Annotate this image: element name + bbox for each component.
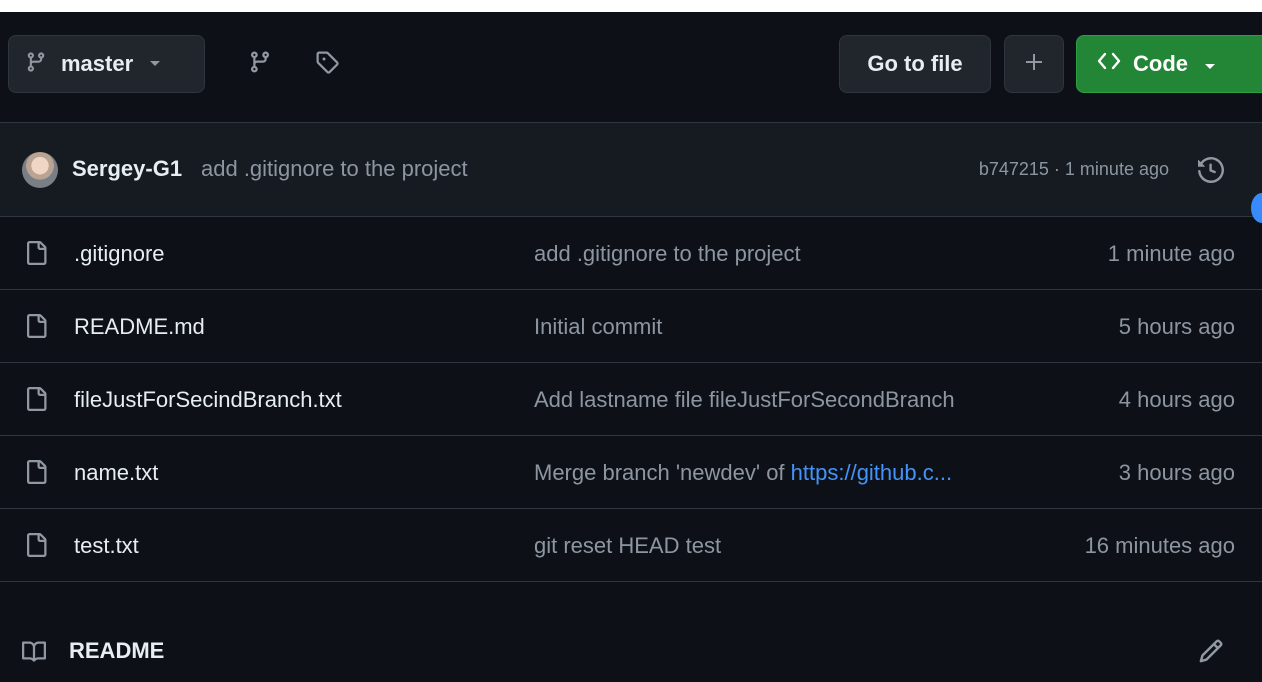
file-commit-message[interactable]: git reset HEAD test <box>534 533 721 559</box>
repo-toolbar: master Go to file Code <box>0 12 1262 122</box>
plus-icon <box>1024 52 1044 77</box>
repo-file-browser: master Go to file Code Sergey-G1 add .gi… <box>0 0 1262 682</box>
file-age: 1 minute ago <box>1107 241 1235 266</box>
branch-selector-button[interactable]: master <box>8 35 205 93</box>
file-age: 4 hours ago <box>1118 387 1235 412</box>
file-name[interactable]: fileJustForSecindBranch.txt <box>74 387 342 413</box>
history-icon[interactable] <box>1193 152 1229 188</box>
file-age: 5 hours ago <box>1118 314 1235 339</box>
readme-header: README <box>0 578 1262 682</box>
file-commit-message[interactable]: Add lastname file fileJustForSecondBranc… <box>534 387 955 413</box>
file-row[interactable]: test.txt git reset HEAD test 16 minutes … <box>0 509 1262 582</box>
commit-meta[interactable]: b747215 · 1 minute ago <box>979 159 1169 180</box>
code-icon <box>1097 51 1121 77</box>
file-icon <box>24 241 48 265</box>
add-file-button[interactable] <box>1004 35 1064 93</box>
latest-commit-bar: Sergey-G1 add .gitignore to the project … <box>0 123 1262 217</box>
file-list-box: Sergey-G1 add .gitignore to the project … <box>0 122 1262 582</box>
file-age: 16 minutes ago <box>1084 533 1235 558</box>
file-age: 3 hours ago <box>1118 460 1235 485</box>
avatar[interactable] <box>22 152 58 188</box>
file-icon <box>24 387 48 411</box>
file-row[interactable]: README.md Initial commit 5 hours ago <box>0 290 1262 363</box>
file-icon <box>24 533 48 557</box>
code-button-label: Code <box>1133 51 1188 76</box>
file-name[interactable]: test.txt <box>74 533 139 559</box>
pencil-icon[interactable] <box>1196 636 1226 666</box>
code-button[interactable]: Code <box>1076 35 1262 93</box>
file-name[interactable]: .gitignore <box>74 241 165 267</box>
file-name[interactable]: name.txt <box>74 460 158 486</box>
go-to-file-button[interactable]: Go to file <box>839 35 991 93</box>
file-commit-message[interactable]: Merge branch 'newdev' of https://github.… <box>534 460 952 486</box>
commit-message-text: Merge branch 'newdev' of <box>534 460 791 485</box>
tags-button[interactable] <box>298 35 356 93</box>
file-commit-message[interactable]: Initial commit <box>534 314 662 340</box>
chevron-down-icon <box>149 55 161 73</box>
commit-author[interactable]: Sergey-G1 <box>72 156 182 182</box>
file-icon <box>24 314 48 338</box>
branches-button[interactable] <box>231 35 289 93</box>
git-branch-icon <box>25 51 47 78</box>
top-strip <box>0 0 1262 12</box>
commit-message[interactable]: add .gitignore to the project <box>201 156 468 182</box>
chevron-down-icon <box>1204 51 1216 77</box>
readme-title[interactable]: README <box>69 638 164 664</box>
tag-icon <box>315 50 339 79</box>
book-icon <box>21 640 49 664</box>
file-icon <box>24 460 48 484</box>
file-row[interactable]: fileJustForSecindBranch.txt Add lastname… <box>0 363 1262 436</box>
file-name[interactable]: README.md <box>74 314 205 340</box>
file-row[interactable]: .gitignore add .gitignore to the project… <box>0 217 1262 290</box>
file-row[interactable]: name.txt Merge branch 'newdev' of https:… <box>0 436 1262 509</box>
file-commit-message[interactable]: add .gitignore to the project <box>534 241 801 267</box>
commit-message-link[interactable]: https://github.c... <box>791 460 952 485</box>
git-branch-icon <box>248 50 272 79</box>
branch-name: master <box>61 51 134 76</box>
